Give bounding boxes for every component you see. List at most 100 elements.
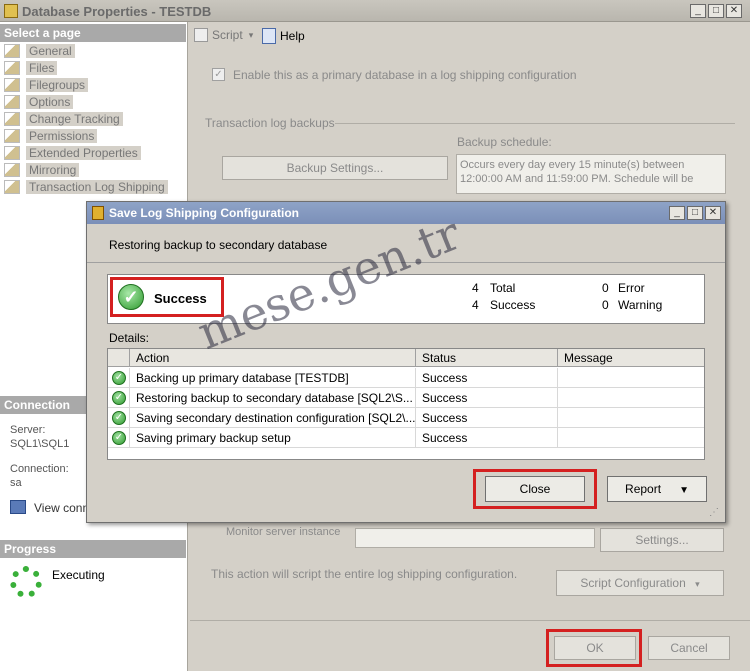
maximize-icon[interactable]: □ [687,206,703,220]
total-count: 4 [472,281,479,295]
script-icon [194,28,208,42]
close-icon[interactable]: ✕ [726,4,742,18]
page-icon [4,145,20,160]
server-value: SQL1\SQL1 [10,438,70,450]
enable-primary-checkbox[interactable]: ✓ [212,68,225,81]
summary-box: ✓ Success 4 Total 4 Success 0 Error 0 Wa… [107,274,705,324]
warning-label: Warning [618,298,663,312]
view-connection-icon [10,500,26,514]
spinner-icon [10,566,42,598]
close-highlight [473,469,597,509]
tlog-backups-label: Transaction log backups [205,116,335,130]
success-check-icon: ✓ [112,431,126,445]
success-status: Success [154,291,207,306]
backup-settings-button[interactable]: Backup Settings... [222,156,448,180]
row-action: Saving secondary destination configurati… [130,408,416,428]
row-action: Saving primary backup setup [130,428,416,448]
server-label: Server: [10,424,46,436]
enable-primary-label: Enable this as a primary database in a l… [233,68,577,82]
row-status: Success [416,388,558,408]
table-row[interactable]: ✓ Saving secondary destination configura… [108,408,704,428]
total-label: Total [490,281,516,295]
row-message [558,368,704,388]
details-label: Details: [109,331,150,345]
success-check-icon: ✓ [112,411,126,425]
success-check-icon: ✓ [118,284,144,310]
window-title-bar: Database Properties - TESTDB _ □ ✕ [0,0,750,22]
grid-header-action[interactable]: Action [130,349,416,367]
cancel-button[interactable]: Cancel [648,636,730,660]
success-count: 4 [472,298,479,312]
minimize-icon[interactable]: _ [669,206,685,220]
success-check-icon: ✓ [112,371,126,385]
row-status: Success [416,428,558,448]
grid-header-status[interactable]: Status [416,349,558,367]
page-icon [4,162,20,177]
backup-schedule-label: Backup schedule: [457,135,552,149]
grid-header-icon-column [108,349,130,367]
chevron-down-icon: ▾ [695,579,700,589]
help-icon [262,28,276,44]
page-item-mirroring[interactable]: Mirroring [4,161,80,178]
page-icon [4,179,20,194]
save-log-shipping-dialog: Save Log Shipping Configuration _ □ ✕ Re… [86,201,726,523]
details-grid: Action Status Message ✓ Backing up prima… [107,348,705,460]
table-row[interactable]: ✓ Saving primary backup setup Success [108,428,704,448]
row-message [558,408,704,428]
chevron-down-icon: ▾ [248,29,254,40]
progress-status: Executing [52,568,105,582]
error-count: 0 [602,281,609,295]
success-label: Success [490,298,536,312]
page-item-files[interactable]: Files [4,59,58,76]
section-divider [335,123,735,124]
page-icon [4,128,20,143]
report-button[interactable]: Report ▼ [607,476,707,502]
page-item-extended-properties[interactable]: Extended Properties [4,144,141,161]
progress-header: Progress [0,540,186,558]
page-icon [4,60,20,75]
table-row[interactable]: ✓ Restoring backup to secondary database… [108,388,704,408]
database-icon [4,4,18,18]
row-status: Success [416,408,558,428]
page-icon [4,111,20,126]
page-item-filegroups[interactable]: Filegroups [4,76,89,93]
warning-count: 0 [602,298,609,312]
ok-highlight [546,629,642,667]
page-item-permissions[interactable]: Permissions [4,127,98,144]
footer-divider [190,620,750,621]
monitor-settings-button[interactable]: Settings... [600,528,724,552]
help-button[interactable]: Help [262,28,305,44]
success-check-icon: ✓ [112,391,126,405]
row-message [558,388,704,408]
row-message [558,428,704,448]
page-item-change-tracking[interactable]: Change Tracking [4,110,123,127]
script-button[interactable]: Script ▾ [194,28,253,42]
view-connection-link[interactable]: View conn [34,501,89,515]
maximize-icon[interactable]: □ [708,4,724,18]
connection-label: Connection: [10,463,69,475]
page-item-options[interactable]: Options [4,93,74,110]
resize-grip-icon[interactable]: ⋰ [709,508,721,520]
window-title: Database Properties - TESTDB [22,4,212,19]
script-note: This action will script the entire log s… [211,567,518,581]
monitor-server-label: Monitor server instance [226,526,341,538]
table-row[interactable]: ✓ Backing up primary database [TESTDB] S… [108,368,704,388]
error-label: Error [618,281,645,295]
script-configuration-button[interactable]: Script Configuration ▾ [556,570,724,596]
minimize-icon[interactable]: _ [690,4,706,18]
row-action: Backing up primary database [TESTDB] [130,368,416,388]
dialog-subtitle: Restoring backup to secondary database [109,238,328,252]
select-page-header: Select a page [0,24,186,42]
dialog-title-bar: Save Log Shipping Configuration _ □ ✕ [87,202,725,224]
monitor-server-input[interactable] [355,528,595,548]
close-icon[interactable]: ✕ [705,206,721,220]
dialog-icon [92,206,104,220]
grid-header-message[interactable]: Message [558,349,704,367]
page-item-general[interactable]: General [4,42,75,59]
backup-schedule-textbox: Occurs every day every 15 minute(s) betw… [456,154,726,194]
connection-value: sa [10,477,22,489]
dialog-title: Save Log Shipping Configuration [109,206,299,220]
chevron-down-icon: ▼ [679,485,689,496]
page-item-transaction-log-shipping[interactable]: Transaction Log Shipping [4,178,168,195]
row-action: Restoring backup to secondary database [… [130,388,416,408]
